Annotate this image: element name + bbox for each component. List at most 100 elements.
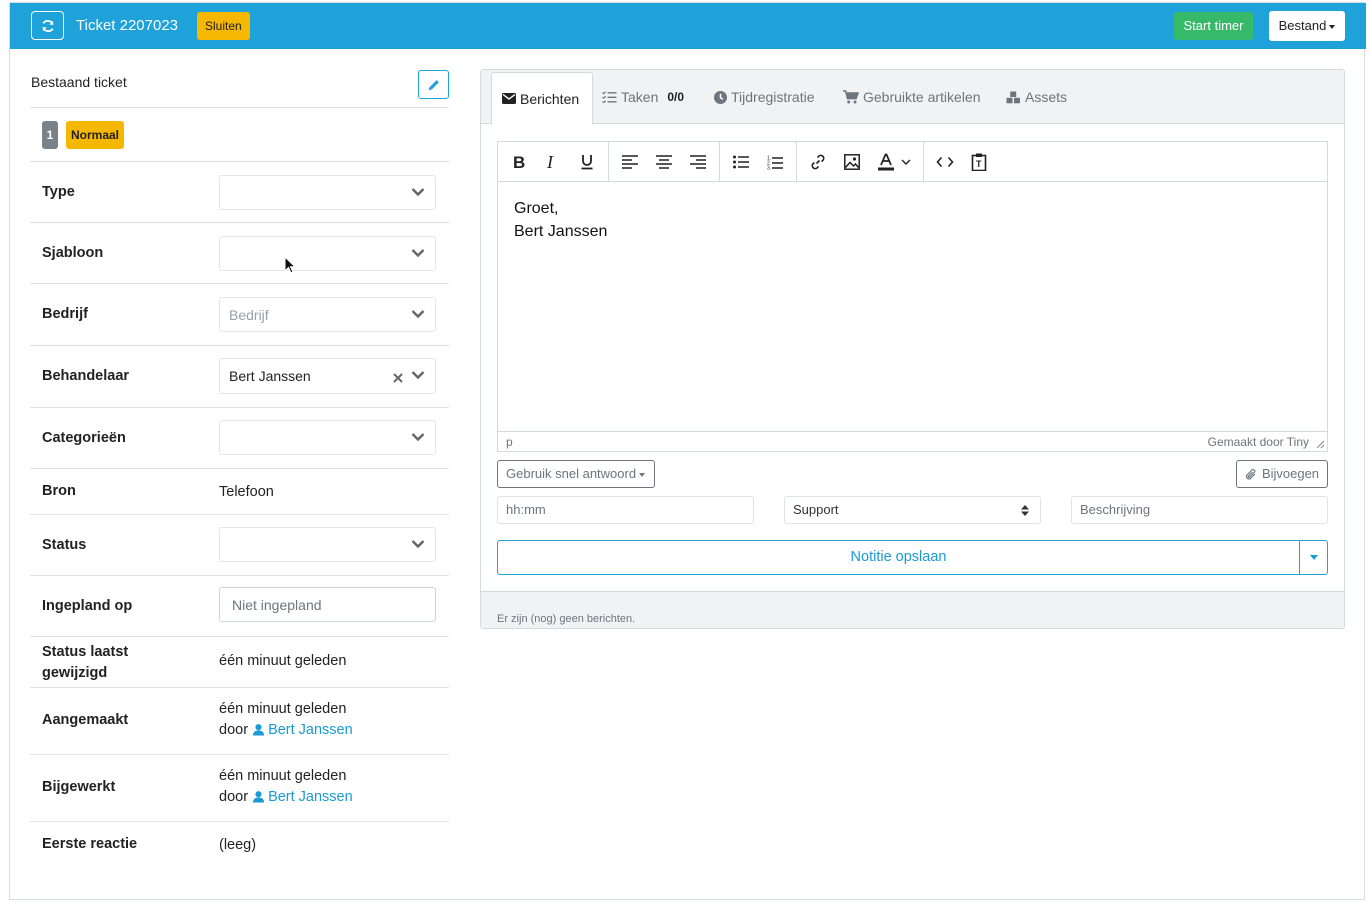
caret-down-icon <box>1329 24 1336 29</box>
status-row: Status <box>30 515 449 576</box>
tab-assets[interactable]: Assets <box>1006 82 1067 112</box>
tab-taken-count: 0/0 <box>667 90 685 104</box>
template-select[interactable] <box>219 236 436 271</box>
link-icon <box>811 154 825 170</box>
activity-select[interactable]: Support <box>784 496 1041 524</box>
description-input[interactable]: Beschrijving <box>1071 496 1328 524</box>
save-options-dropdown[interactable] <box>1299 540 1328 575</box>
created-by-user-link[interactable]: Bert Janssen <box>268 722 353 738</box>
handler-select[interactable]: Bert Janssen <box>219 358 436 394</box>
categories-select[interactable] <box>219 420 436 455</box>
planned-input[interactable]: Niet ingepland <box>219 587 436 622</box>
type-label: Type <box>42 184 75 200</box>
numbered-list-button[interactable]: 1. 2. 3. <box>763 150 787 174</box>
editor-line: Groet, <box>514 200 559 217</box>
text-color-icon <box>878 153 894 171</box>
activity-value: Support <box>793 502 839 517</box>
status-select[interactable] <box>219 527 436 562</box>
clear-icon[interactable] <box>392 372 404 384</box>
bold-icon: B <box>513 154 525 170</box>
save-note-button[interactable]: Notitie opslaan <box>497 540 1300 575</box>
align-right-button[interactable] <box>686 150 710 174</box>
tab-gebruikte-artikelen-label: Gebruikte artikelen <box>863 89 981 105</box>
refresh-button[interactable] <box>31 11 64 40</box>
clock-icon <box>714 90 727 104</box>
handler-row: Behandelaar Bert Janssen <box>30 346 449 408</box>
created-by-prefix: door <box>219 722 249 738</box>
status-label: Status <box>42 537 87 553</box>
numbered-list-icon: 1.2.3. <box>767 155 783 170</box>
quick-reply-button[interactable]: Gebruik snel antwoord <box>497 460 655 488</box>
tab-gebruikte-artikelen[interactable]: Gebruikte artikelen <box>843 82 981 112</box>
cubes-icon <box>1006 91 1020 103</box>
updated-row: Bijgewerkt één minuut geleden door Bert … <box>30 755 449 822</box>
company-label: Bedrijf <box>42 306 88 322</box>
priority-badge[interactable]: Normaal <box>66 121 125 149</box>
categories-row: Categorieën <box>30 408 449 469</box>
toolbar-separator <box>719 142 720 182</box>
file-menu-label: Bestand <box>1278 18 1327 33</box>
file-menu-button[interactable]: Bestand <box>1269 11 1345 41</box>
quick-reply-label: Gebruik snel antwoord <box>506 466 637 481</box>
align-left-button[interactable] <box>618 150 642 174</box>
time-input[interactable]: hh:mm <box>497 496 754 524</box>
toolbar-separator <box>608 142 609 182</box>
text-color-dropdown[interactable] <box>899 150 913 174</box>
attach-button[interactable]: Bijvoegen <box>1236 460 1328 488</box>
refresh-icon <box>41 19 54 32</box>
updated-by-prefix: door <box>219 789 249 805</box>
status-changed-label-line2: gewijzigd <box>42 665 108 681</box>
pencil-icon <box>428 79 439 90</box>
image-button[interactable] <box>840 150 864 174</box>
description-placeholder: Beschrijving <box>1080 502 1151 517</box>
company-select[interactable]: Bedrijf <box>219 297 436 332</box>
svg-text:B: B <box>513 154 525 170</box>
chevron-down-icon <box>411 540 425 549</box>
tab-berichten-label: Berichten <box>520 90 580 107</box>
italic-button[interactable]: I <box>540 150 564 174</box>
text-color-button[interactable] <box>874 150 898 174</box>
tab-tijdregistratie[interactable]: Tijdregistratie <box>714 82 815 112</box>
chevron-down-icon <box>411 371 425 380</box>
paste-text-button[interactable]: T <box>967 150 991 174</box>
editor-toolbar: B I 1. 2. 3. T <box>498 142 1327 182</box>
editor-content[interactable]: Groet, Bert Janssen <box>514 197 607 243</box>
chevron-down-icon <box>411 433 425 442</box>
align-center-button[interactable] <box>652 150 676 174</box>
priority-number-badge: 1 <box>42 121 58 149</box>
ticket-title: Ticket 2207023 <box>76 17 179 34</box>
status-changed-label-line1: Status laatst <box>42 644 129 660</box>
svg-text:T: T <box>976 159 982 169</box>
align-right-icon <box>690 155 706 169</box>
created-when: één minuut geleden <box>219 701 347 717</box>
close-ticket-button[interactable]: Sluiten <box>197 12 250 40</box>
tab-assets-label: Assets <box>1025 89 1068 105</box>
type-select[interactable] <box>219 175 436 210</box>
source-code-button[interactable] <box>933 150 957 174</box>
link-button[interactable] <box>806 150 830 174</box>
align-center-icon <box>656 155 672 169</box>
updated-by-user-link[interactable]: Bert Janssen <box>268 789 353 805</box>
code-icon <box>936 156 954 168</box>
user-icon <box>252 791 265 803</box>
resize-handle-icon[interactable] <box>1316 440 1325 449</box>
editor-branding[interactable]: Gemaakt door Tiny <box>1208 435 1309 449</box>
template-label: Sjabloon <box>42 245 104 261</box>
caret-down-icon <box>639 472 646 477</box>
time-placeholder: hh:mm <box>506 502 546 517</box>
tab-taken[interactable]: Taken 0/0 <box>602 82 684 112</box>
bold-button[interactable]: B <box>507 150 531 174</box>
source-label: Bron <box>42 483 76 499</box>
message-editor[interactable]: B I 1. 2. 3. T Groet, Bert Janssen p Gem… <box>497 141 1328 452</box>
underline-button[interactable] <box>575 150 599 174</box>
edit-button[interactable] <box>418 70 449 99</box>
bullet-list-button[interactable] <box>729 150 753 174</box>
underline-icon <box>581 155 593 170</box>
tab-bar: Berichten Taken 0/0 Tijdregistratie Gebr… <box>481 70 1344 125</box>
tab-berichten[interactable]: Berichten <box>491 72 593 125</box>
empty-messages-text: Er zijn (nog) geen berichten. <box>497 613 636 625</box>
start-timer-button[interactable]: Start timer <box>1174 12 1253 40</box>
company-placeholder: Bedrijf <box>229 307 269 323</box>
chevron-down-icon <box>411 188 425 197</box>
element-path[interactable]: p <box>506 435 513 449</box>
